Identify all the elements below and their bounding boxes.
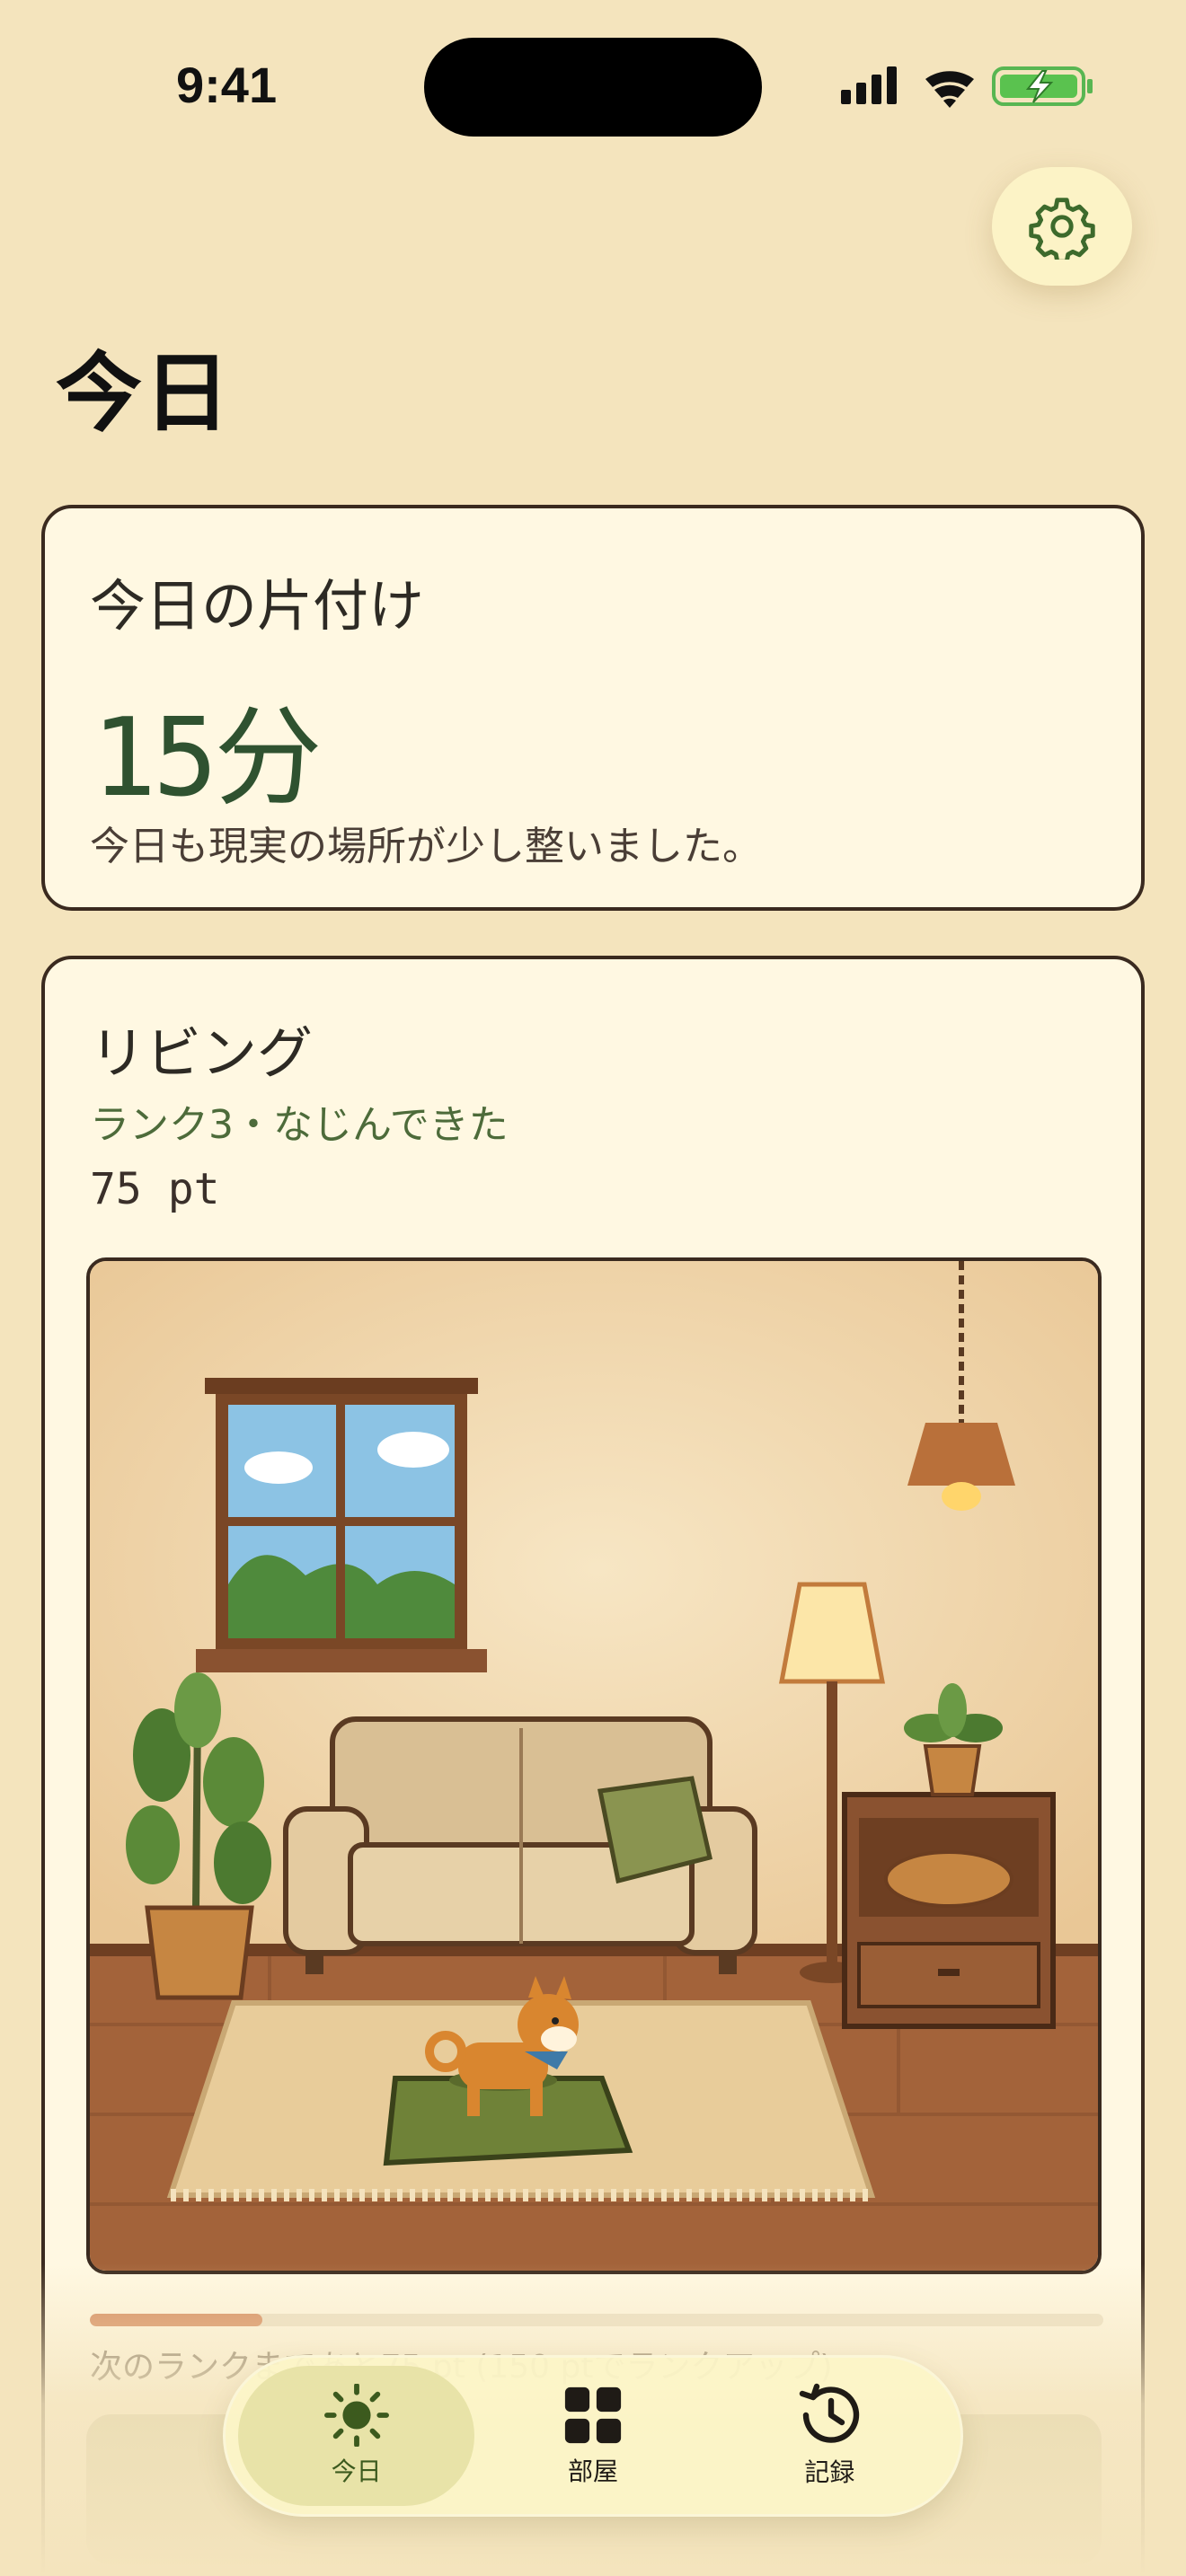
room-illustration [86,1257,1102,2274]
tab-today-label: 今日 [331,2457,382,2486]
tab-bar: 今日 部屋 記録 [223,2355,963,2517]
gear-icon [1029,198,1095,260]
tab-history[interactable]: 記録 [712,2366,948,2506]
status-time: 9:41 [176,57,278,113]
rank-progress-bar [90,2314,1103,2326]
cellular-signal-icon [841,66,897,104]
tab-history-label: 記録 [804,2457,855,2487]
sun-icon [323,2384,389,2447]
room-points: 75 pt [90,1164,220,1214]
tab-today[interactable]: 今日 [238,2366,475,2506]
room-name: リビング [90,1020,314,1086]
tab-rooms-label: 部屋 [567,2457,618,2486]
room-card[interactable]: リビング ランク3・なじんできた 75 pt 次のランクまであと75 [41,956,1145,2576]
today-message: 今日も現実の場所が少し整いました。 [90,824,762,869]
wifi-icon [925,71,974,108]
today-minutes: 15分 [92,696,322,821]
room-rank: ランク3・なじんできた [90,1102,509,1148]
battery-charging-icon [992,66,1093,106]
dynamic-island [424,38,762,137]
window [196,1378,487,1672]
tab-rooms[interactable]: 部屋 [474,2366,711,2506]
status-icons [839,63,1100,108]
settings-button[interactable] [992,167,1132,286]
today-label: 今日の片付け [90,573,425,639]
grid-icon [564,2386,622,2444]
history-icon [800,2383,860,2443]
rank-progress-fill [90,2314,262,2326]
sofa [283,1716,757,1974]
page-title: 今日 [56,343,232,444]
today-summary-card: 今日の片付け 15分 今日も現実の場所が少し整いました。 [41,505,1145,911]
